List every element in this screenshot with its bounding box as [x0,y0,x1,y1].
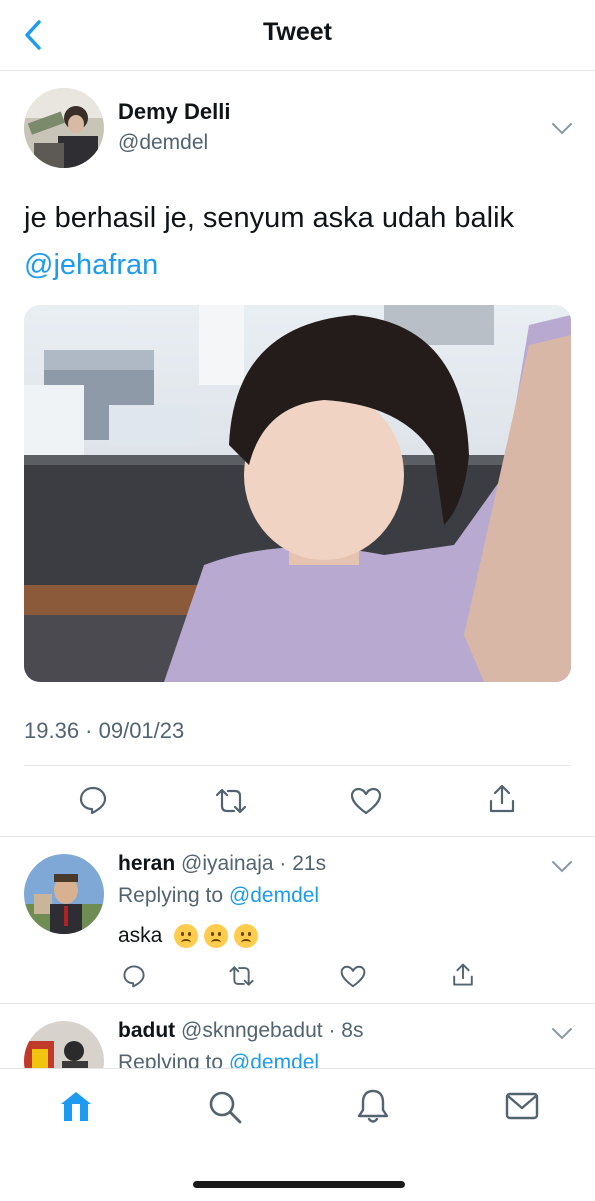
tweet-text: je berhasil je, senyum aska udah balik @… [24,195,574,289]
divider [24,765,571,766]
reply-icon[interactable] [78,785,108,815]
reply-avatar[interactable] [24,854,104,934]
reply-author-handle[interactable]: @sknngebadut [181,1019,323,1042]
replying-to-label: Replying to [118,884,229,907]
chevron-down-icon[interactable] [551,122,573,136]
messages-icon[interactable] [504,1091,540,1121]
reply-body: aska [118,924,163,947]
retweet-icon[interactable] [214,786,248,816]
home-icon[interactable] [58,1089,94,1125]
home-indicator[interactable] [193,1181,405,1188]
replying-to-mention[interactable]: @demdel [229,884,319,907]
author-avatar[interactable] [24,88,104,168]
reply-author-handle[interactable]: @iyainaja [181,852,274,875]
replying-to-label: Replying to [118,1051,229,1068]
author-name[interactable]: Demy Delli [118,99,231,125]
reply-item[interactable]: badut @sknngebadut · 8s Replying to @dem… [0,1003,595,1068]
tweet-photo[interactable] [24,305,571,682]
share-icon[interactable] [487,783,517,815]
page-title: Tweet [263,18,332,46]
like-icon[interactable] [340,965,366,988]
reply-text: aska [118,924,259,949]
frowning-face-emoji [204,924,229,949]
reply-item[interactable]: heran @iyainaja · 21s Replying to @demde… [0,836,595,1003]
reply-icon[interactable] [122,964,146,988]
frowning-face-emoji [234,924,259,949]
reply-time: · 8s [328,1019,364,1042]
like-icon[interactable] [350,787,382,815]
chevron-down-icon[interactable] [551,1027,573,1041]
share-icon[interactable] [451,962,475,988]
reply-header: badut @sknngebadut · 8s [118,1019,363,1043]
frowning-face-emoji [174,924,199,949]
reply-author-name[interactable]: badut [118,1019,175,1042]
tweet-body: je berhasil je, senyum aska udah balik [24,202,515,234]
author-handle[interactable]: @demdel [118,131,208,155]
top-bar: Tweet [0,0,595,71]
reply-author-name[interactable]: heran [118,852,175,875]
replying-to: Replying to @demdel [118,1051,319,1068]
notifications-icon[interactable] [356,1087,390,1125]
replying-to-mention[interactable]: @demdel [229,1051,319,1068]
replying-to: Replying to @demdel [118,884,319,908]
tweet-timestamp: 19.36 · 09/01/23 [24,718,185,743]
mention-link[interactable]: @jehafran [24,242,574,289]
chevron-down-icon[interactable] [551,860,573,874]
reply-header: heran @iyainaja · 21s [118,852,326,876]
reply-avatar[interactable] [24,1021,104,1068]
retweet-icon[interactable] [228,964,255,988]
reply-time: · 21s [279,852,327,875]
search-icon[interactable] [207,1089,243,1125]
